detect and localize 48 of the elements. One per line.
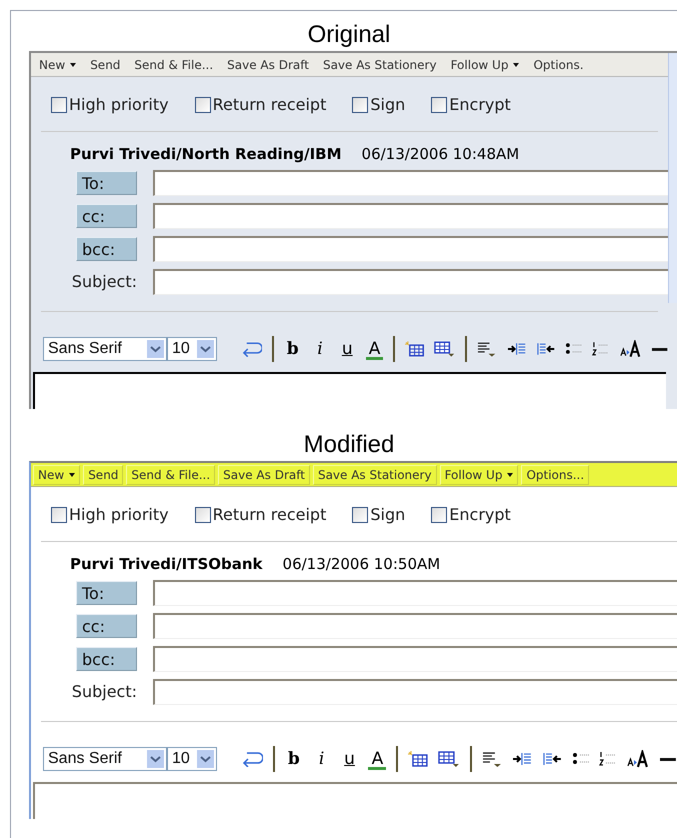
figure-caption: Original [306,20,392,50]
font-dropdown[interactable]: Sans Serif [43,747,167,771]
size-dropdown[interactable]: 10 [167,337,217,361]
timestamp: 06/13/2006 10:50AM [282,554,440,575]
font-dropdown[interactable]: Sans Serif [43,337,167,361]
toolbar-button[interactable]: Options. [533,56,584,74]
color-button[interactable]: A [368,748,386,770]
address-button[interactable]: cc: [76,204,137,228]
color-button[interactable]: A [366,338,384,360]
toolbar-button[interactable]: Send & File... [126,464,216,484]
bold-button[interactable]: b [284,748,303,770]
italic-button[interactable]: i [312,748,331,770]
field-label: Subject: [72,270,137,292]
underline-button[interactable]: u [338,338,356,360]
toolbar-button[interactable]: Send [90,56,120,74]
address-button[interactable]: To: [76,170,137,194]
figure-caption: Modified [302,430,396,460]
underline-button[interactable]: u [340,748,358,770]
toolbar-button[interactable]: Save As Stationery [322,56,437,74]
checkbox-label: Encrypt [449,504,511,526]
toolbar-button[interactable]: New [39,56,76,74]
checkbox-label: Sign [370,94,406,116]
timestamp: 06/13/2006 10:48AM [362,144,520,165]
author-name: Purvi Trivedi/North Reading/IBM [70,144,342,165]
checkbox-label: Sign [370,504,406,526]
address-button[interactable]: To: [76,580,137,604]
toolbar-button[interactable]: Options... [521,464,590,484]
toolbar-button[interactable]: Follow Up [440,464,518,484]
address-button[interactable]: bcc: [76,646,137,670]
toolbar-button[interactable]: Save As Stationery [312,464,437,484]
checkbox-label: High priority [69,504,169,526]
toolbar-button[interactable]: Save As Draft [227,56,309,74]
field-label: Subject: [72,680,137,702]
toolbar-button[interactable]: Follow Up [450,56,520,74]
size-dropdown[interactable]: 10 [167,747,217,771]
checkbox-label: Return receipt [212,504,326,526]
toolbar-button[interactable]: Send & File... [134,56,214,74]
address-button[interactable]: cc: [76,614,137,638]
italic-button[interactable]: i [311,338,329,360]
checkbox-label: High priority [69,94,169,116]
address-button[interactable]: bcc: [76,236,137,260]
toolbar-button[interactable]: New [33,464,80,484]
checkbox-label: Encrypt [449,94,511,116]
author-name: Purvi Trivedi/ITSObank [70,554,263,575]
toolbar-button[interactable]: Save As Draft [218,464,310,484]
checkbox-label: Return receipt [212,94,326,116]
toolbar-button[interactable]: Send [83,464,124,484]
bold-button[interactable]: b [284,338,302,360]
